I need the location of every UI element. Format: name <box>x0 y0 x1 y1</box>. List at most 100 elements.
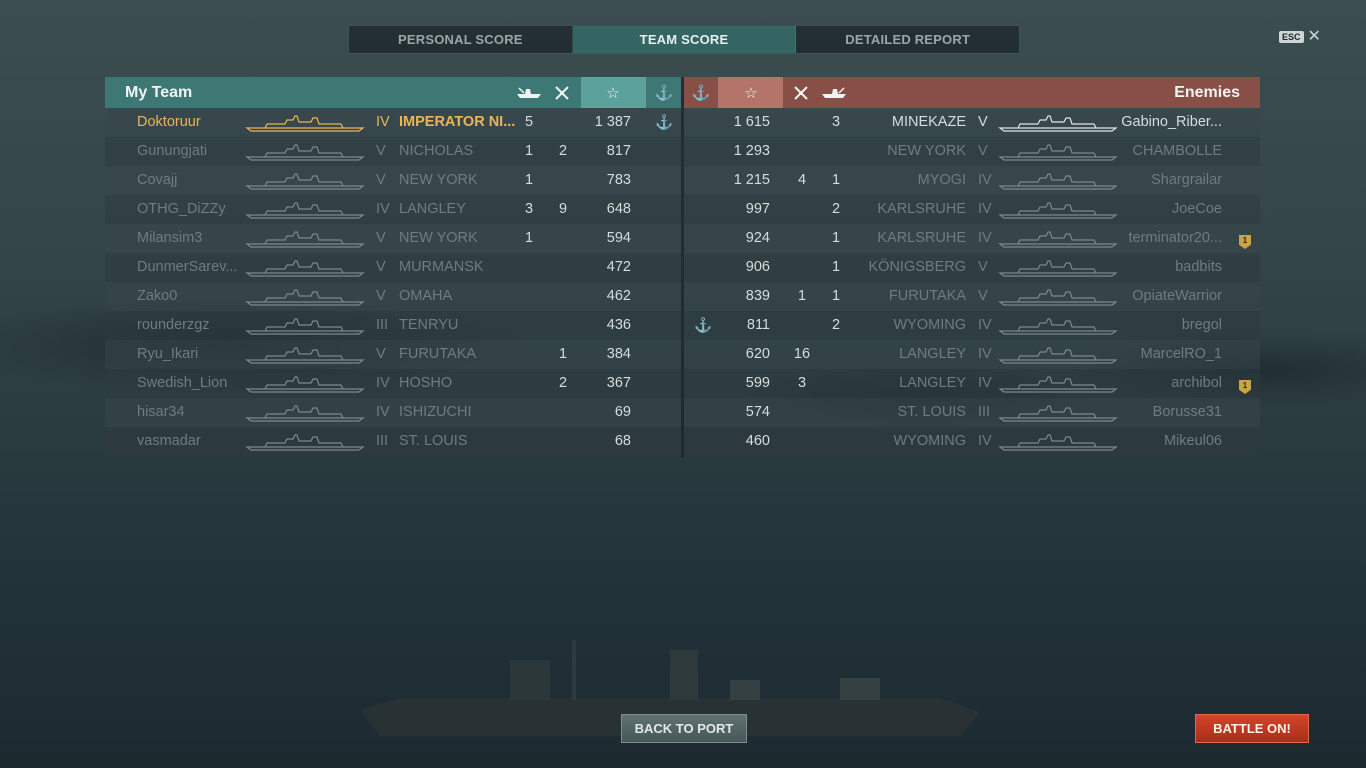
table-row[interactable]: 460 WYOMING IV Mikeul06 <box>684 427 1260 456</box>
ship-kills-icon <box>513 77 545 108</box>
ship-silhouette <box>998 288 1118 310</box>
tab-personal-score[interactable]: PERSONAL SCORE <box>349 26 573 53</box>
ship-silhouette <box>245 114 365 136</box>
table-row[interactable]: OTHG_DiZZy IV LANGLEY 3 9 648 <box>105 195 681 224</box>
table-row[interactable]: 906 1 KÖNIGSBERG Vbadbits <box>684 253 1260 282</box>
enemies-title: Enemies <box>1174 84 1240 101</box>
table-row[interactable]: Milansim3 V NEW YORK 1 594 <box>105 224 681 253</box>
anchor-icon: ⚓ <box>694 318 713 334</box>
back-to-port-button[interactable]: BACK TO PORT <box>621 714 747 743</box>
ship-kills: 2 <box>831 201 841 217</box>
score-value: 997 <box>745 201 770 217</box>
ship-name: LANGLEY <box>899 346 966 362</box>
table-row[interactable]: 1 293 NEW YORK V CHAMBOLLE <box>684 137 1260 166</box>
player-name: OpiateWarrior <box>1132 288 1222 304</box>
plane-kills: 4 <box>797 172 807 188</box>
tab-team-score[interactable]: TEAM SCORE <box>572 26 797 53</box>
plane-kills: 9 <box>558 201 568 217</box>
score-value: 906 <box>745 259 770 275</box>
ship-kills: 1 <box>524 230 534 246</box>
player-name: rounderzgz <box>137 317 210 333</box>
my-team-rows: Doktoruur IV IMPERATOR NI... 5 1 387 ⚓ Gunungj… <box>105 108 681 456</box>
table-row[interactable]: rounderzgz III TENRYU 436 <box>105 311 681 340</box>
table-row[interactable]: 997 2 KARLSRUHE IV JoeCoe <box>684 195 1260 224</box>
ship-silhouette <box>245 317 365 339</box>
player-name: Shargrailar <box>1151 172 1222 188</box>
table-row[interactable]: Swedish_Lion IV HOSHO 2 367 <box>105 369 681 398</box>
player-name: Ryu_Ikari <box>137 346 199 362</box>
ship-name: TENRYU <box>399 317 459 333</box>
player-name: OTHG_DiZZy <box>137 201 226 217</box>
ship-name: MYOGI <box>917 172 966 188</box>
ship-kills: 1 <box>524 143 534 159</box>
ship-silhouette <box>998 375 1118 397</box>
table-row[interactable]: 1 615 3 MINEKAZE V Gabino_Riber... <box>684 108 1260 137</box>
ship-kills-icon <box>818 77 850 108</box>
score-value: 384 <box>606 346 631 362</box>
player-name: Mikeul06 <box>1163 433 1222 449</box>
plane-kills-icon <box>549 77 575 108</box>
ship-silhouette <box>998 201 1118 223</box>
player-name: Gunungjati <box>137 143 208 159</box>
close-button[interactable]: ESC ✕ <box>1279 28 1321 45</box>
table-row[interactable]: 1 215 4 1 MYOGI IV Shargrailar <box>684 166 1260 195</box>
ship-silhouette <box>245 230 365 252</box>
ship-silhouette <box>998 114 1118 136</box>
score-tabs: PERSONAL SCORE TEAM SCORE DETAILED REPOR… <box>348 25 1020 54</box>
ship-silhouette <box>245 143 365 165</box>
table-row[interactable]: Covajj V NEW YORK 1 783 <box>105 166 681 195</box>
ship-tier: V <box>978 288 988 304</box>
score-value: 924 <box>745 230 770 246</box>
player-name: MarcelRO_1 <box>1140 346 1222 362</box>
ship-tier: IV <box>376 375 390 391</box>
tab-detailed-report[interactable]: DETAILED REPORT <box>796 26 1019 53</box>
plane-kills: 1 <box>558 346 568 362</box>
plane-kills: 2 <box>558 143 568 159</box>
my-team-title: My Team <box>125 84 193 101</box>
player-name: Covajj <box>137 172 178 188</box>
table-row[interactable]: 839 1 1 FURUTAKA V OpiateWarrior <box>684 282 1260 311</box>
ship-tier: IV <box>978 375 992 391</box>
table-row[interactable]: 599 3 LANGLEY IV archibol 1 <box>684 369 1260 398</box>
score-value: 620 <box>745 346 770 362</box>
table-row[interactable]: DunmerSarev... V MURMANSK 472 <box>105 253 681 282</box>
ship-kills: 1 <box>831 230 841 246</box>
ship-tier: IV <box>376 404 390 420</box>
player-name: Zako0 <box>137 288 178 304</box>
player-name: Doktoruur <box>137 114 201 130</box>
ship-tier: IV <box>376 114 390 130</box>
ship-kills: 1 <box>831 172 841 188</box>
ship-silhouette <box>998 346 1118 368</box>
score-value: 783 <box>606 172 631 188</box>
table-row[interactable]: Zako0 V OMAHA 462 <box>105 282 681 311</box>
plane-kills: 1 <box>797 288 807 304</box>
ship-name: NEW YORK <box>887 143 966 159</box>
table-row[interactable]: ⚓ 811 2 WYOMING IV bregol <box>684 311 1260 340</box>
score-value: 811 <box>746 317 770 333</box>
score-value: 648 <box>606 201 631 217</box>
ship-name: MURMANSK <box>399 259 484 275</box>
ship-tier: IV <box>978 317 992 333</box>
table-row[interactable]: 620 16 LANGLEY IV MarcelRO_1 <box>684 340 1260 369</box>
player-name: vasmadar <box>137 433 201 449</box>
table-row[interactable]: hisar34 IV ISHIZUCHI 69 <box>105 398 681 427</box>
score-value: 1 293 <box>733 143 770 159</box>
battle-on-button[interactable]: BATTLE ON! <box>1195 714 1309 743</box>
table-row[interactable]: 574 ST. LOUIS III Borusse31 <box>684 398 1260 427</box>
table-row[interactable]: Doktoruur IV IMPERATOR NI... 5 1 387 ⚓ <box>105 108 681 137</box>
ship-name: FURUTAKA <box>888 288 966 304</box>
table-row[interactable]: Gunungjati V NICHOLAS 1 2 817 <box>105 137 681 166</box>
table-row[interactable]: Ryu_Ikari V FURUTAKA 1 384 <box>105 340 681 369</box>
close-icon: ✕ <box>1307 28 1321 45</box>
ship-name: ISHIZUCHI <box>399 404 472 420</box>
ship-silhouette <box>998 404 1118 426</box>
ship-tier: IV <box>978 230 992 246</box>
table-row[interactable]: 924 1 KARLSRUHE IV terminator20... 1 <box>684 224 1260 253</box>
score-value: 594 <box>606 230 631 246</box>
score-value: 1 215 <box>733 172 770 188</box>
score-star-icon: ☆ <box>719 77 783 108</box>
ship-silhouette <box>998 259 1118 281</box>
ship-silhouette <box>245 172 365 194</box>
ship-silhouette <box>998 317 1118 339</box>
table-row[interactable]: vasmadar III ST. LOUIS 68 <box>105 427 681 456</box>
